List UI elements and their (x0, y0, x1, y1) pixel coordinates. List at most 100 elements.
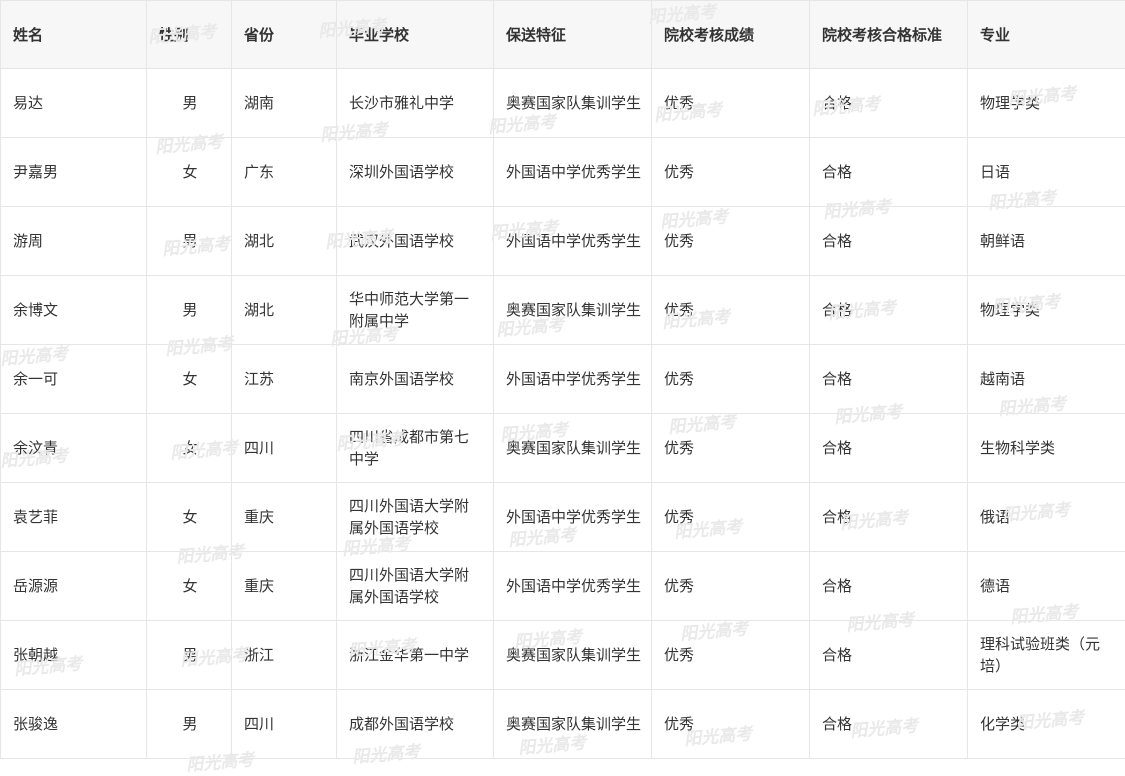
cell-score: 优秀 (652, 690, 810, 759)
cell-name: 余汶青 (1, 414, 147, 483)
cell-score: 优秀 (652, 69, 810, 138)
header-standard: 院校考核合格标准 (810, 1, 968, 69)
cell-school: 四川外国语大学附属外国语学校 (337, 552, 494, 621)
cell-province: 江苏 (232, 345, 337, 414)
cell-major: 德语 (968, 552, 1125, 621)
cell-gender: 男 (147, 207, 232, 276)
cell-major: 物理学类 (968, 69, 1125, 138)
cell-feature: 外国语中学优秀学生 (494, 345, 652, 414)
cell-major: 理科试验班类（元培） (968, 621, 1125, 690)
cell-feature: 外国语中学优秀学生 (494, 207, 652, 276)
cell-standard: 合格 (810, 69, 968, 138)
cell-feature: 奥赛国家队集训学生 (494, 621, 652, 690)
cell-school: 长沙市雅礼中学 (337, 69, 494, 138)
cell-gender: 女 (147, 483, 232, 552)
cell-province: 四川 (232, 690, 337, 759)
table-row: 余汶青女四川四川省成都市第七中学奥赛国家队集训学生优秀合格生物科学类 (1, 414, 1125, 483)
header-school: 毕业学校 (337, 1, 494, 69)
cell-score: 优秀 (652, 138, 810, 207)
cell-major: 生物科学类 (968, 414, 1125, 483)
cell-standard: 合格 (810, 138, 968, 207)
cell-school: 成都外国语学校 (337, 690, 494, 759)
cell-standard: 合格 (810, 207, 968, 276)
cell-score: 优秀 (652, 414, 810, 483)
table-row: 张骏逸男四川成都外国语学校奥赛国家队集训学生优秀合格化学类 (1, 690, 1125, 759)
cell-school: 南京外国语学校 (337, 345, 494, 414)
table-row: 余博文男湖北华中师范大学第一附属中学奥赛国家队集训学生优秀合格物理学类 (1, 276, 1125, 345)
cell-gender: 男 (147, 276, 232, 345)
header-province: 省份 (232, 1, 337, 69)
table-row: 尹嘉男女广东深圳外国语学校外国语中学优秀学生优秀合格日语 (1, 138, 1125, 207)
admission-table: 姓名 性别 省份 毕业学校 保送特征 院校考核成绩 院校考核合格标准 专业 易达… (0, 0, 1125, 759)
cell-feature: 奥赛国家队集训学生 (494, 69, 652, 138)
cell-gender: 女 (147, 345, 232, 414)
cell-feature: 奥赛国家队集训学生 (494, 414, 652, 483)
cell-name: 袁艺菲 (1, 483, 147, 552)
cell-score: 优秀 (652, 207, 810, 276)
cell-standard: 合格 (810, 690, 968, 759)
cell-major: 俄语 (968, 483, 1125, 552)
cell-feature: 奥赛国家队集训学生 (494, 276, 652, 345)
cell-gender: 男 (147, 621, 232, 690)
table-row: 余一可女江苏南京外国语学校外国语中学优秀学生优秀合格越南语 (1, 345, 1125, 414)
cell-gender: 女 (147, 138, 232, 207)
cell-feature: 外国语中学优秀学生 (494, 483, 652, 552)
cell-score: 优秀 (652, 276, 810, 345)
cell-name: 余博文 (1, 276, 147, 345)
cell-gender: 女 (147, 552, 232, 621)
cell-province: 湖北 (232, 207, 337, 276)
table-row: 游周男湖北武汉外国语学校外国语中学优秀学生优秀合格朝鲜语 (1, 207, 1125, 276)
cell-major: 越南语 (968, 345, 1125, 414)
cell-school: 武汉外国语学校 (337, 207, 494, 276)
header-score: 院校考核成绩 (652, 1, 810, 69)
cell-standard: 合格 (810, 483, 968, 552)
cell-major: 日语 (968, 138, 1125, 207)
cell-school: 华中师范大学第一附属中学 (337, 276, 494, 345)
cell-score: 优秀 (652, 345, 810, 414)
cell-standard: 合格 (810, 276, 968, 345)
cell-score: 优秀 (652, 483, 810, 552)
header-name: 姓名 (1, 1, 147, 69)
cell-province: 广东 (232, 138, 337, 207)
table-row: 岳源源女重庆四川外国语大学附属外国语学校外国语中学优秀学生优秀合格德语 (1, 552, 1125, 621)
cell-standard: 合格 (810, 345, 968, 414)
cell-name: 余一可 (1, 345, 147, 414)
cell-gender: 女 (147, 414, 232, 483)
table-row: 张朝越男浙江浙江金华第一中学奥赛国家队集训学生优秀合格理科试验班类（元培） (1, 621, 1125, 690)
cell-score: 优秀 (652, 621, 810, 690)
cell-standard: 合格 (810, 552, 968, 621)
cell-name: 游周 (1, 207, 147, 276)
header-major: 专业 (968, 1, 1125, 69)
cell-feature: 奥赛国家队集训学生 (494, 690, 652, 759)
cell-school: 深圳外国语学校 (337, 138, 494, 207)
cell-province: 四川 (232, 414, 337, 483)
table-header-row: 姓名 性别 省份 毕业学校 保送特征 院校考核成绩 院校考核合格标准 专业 (1, 1, 1125, 69)
cell-province: 浙江 (232, 621, 337, 690)
cell-major: 朝鲜语 (968, 207, 1125, 276)
cell-standard: 合格 (810, 621, 968, 690)
cell-school: 浙江金华第一中学 (337, 621, 494, 690)
cell-school: 四川省成都市第七中学 (337, 414, 494, 483)
cell-score: 优秀 (652, 552, 810, 621)
cell-name: 张朝越 (1, 621, 147, 690)
cell-name: 岳源源 (1, 552, 147, 621)
cell-province: 湖北 (232, 276, 337, 345)
cell-major: 物理学类 (968, 276, 1125, 345)
cell-feature: 外国语中学优秀学生 (494, 552, 652, 621)
cell-gender: 男 (147, 69, 232, 138)
cell-province: 湖南 (232, 69, 337, 138)
cell-school: 四川外国语大学附属外国语学校 (337, 483, 494, 552)
cell-standard: 合格 (810, 414, 968, 483)
header-gender: 性别 (147, 1, 232, 69)
table-row: 袁艺菲女重庆四川外国语大学附属外国语学校外国语中学优秀学生优秀合格俄语 (1, 483, 1125, 552)
cell-gender: 男 (147, 690, 232, 759)
cell-province: 重庆 (232, 552, 337, 621)
table-row: 易达男湖南长沙市雅礼中学奥赛国家队集训学生优秀合格物理学类 (1, 69, 1125, 138)
cell-name: 张骏逸 (1, 690, 147, 759)
header-feature: 保送特征 (494, 1, 652, 69)
cell-province: 重庆 (232, 483, 337, 552)
cell-name: 易达 (1, 69, 147, 138)
cell-major: 化学类 (968, 690, 1125, 759)
cell-name: 尹嘉男 (1, 138, 147, 207)
cell-feature: 外国语中学优秀学生 (494, 138, 652, 207)
